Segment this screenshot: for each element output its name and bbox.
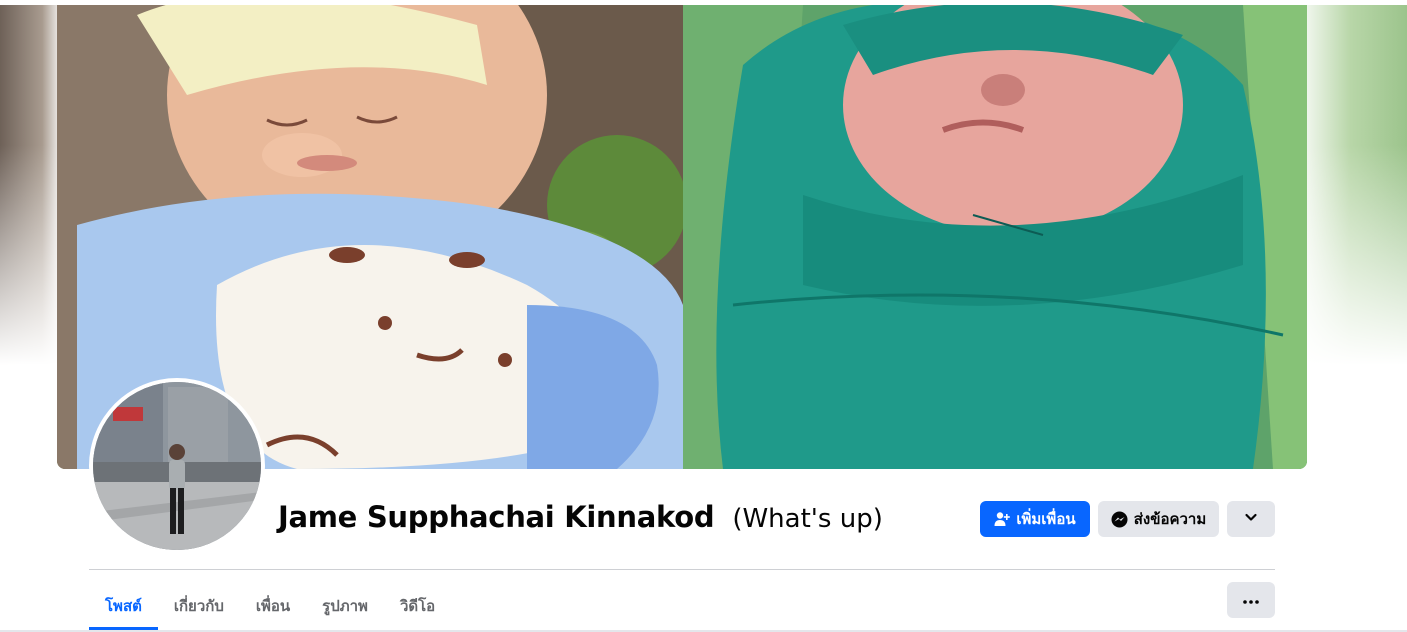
- tab-photos[interactable]: รูปภาพ: [306, 582, 384, 630]
- header-divider: [89, 569, 1275, 570]
- messenger-icon: [1111, 511, 1128, 528]
- cover-photo[interactable]: [57, 5, 1307, 469]
- tab-label: เกี่ยวกับ: [173, 597, 224, 615]
- tab-about[interactable]: เกี่ยวกับ: [158, 582, 240, 630]
- tab-videos[interactable]: วิดีโอ: [384, 582, 451, 630]
- more-options-button[interactable]: [1227, 501, 1275, 537]
- add-friend-button[interactable]: เพิ่มเพื่อน: [980, 501, 1090, 537]
- avatar-photo: [93, 382, 261, 550]
- profile-page: Jame Supphachai Kinnakod (What's up) เพิ…: [0, 0, 1407, 632]
- person-add-icon: [994, 511, 1011, 527]
- message-label: ส่งข้อความ: [1133, 510, 1207, 528]
- tab-menu-button[interactable]: [1227, 582, 1275, 618]
- tab-label: เพื่อน: [255, 597, 291, 615]
- profile-picture[interactable]: [89, 378, 265, 554]
- chevron-down-icon: [1244, 510, 1258, 528]
- more-dots-icon: [1243, 591, 1259, 609]
- avatar: [93, 382, 261, 550]
- add-friend-label: เพิ่มเพื่อน: [1016, 510, 1076, 528]
- cover-photo-right: [683, 5, 1307, 469]
- tab-posts[interactable]: โพสต์: [89, 582, 158, 630]
- profile-name-row: Jame Supphachai Kinnakod (What's up): [278, 500, 883, 534]
- profile-tabs: โพสต์ เกี่ยวกับ เพื่อน รูปภาพ วิดีโอ: [89, 582, 451, 630]
- message-button[interactable]: ส่งข้อความ: [1098, 501, 1219, 537]
- profile-alternate-name: (What's up): [732, 504, 883, 534]
- tab-friends[interactable]: เพื่อน: [240, 582, 306, 630]
- tab-label: วิดีโอ: [399, 597, 436, 615]
- tab-label: โพสต์: [105, 597, 142, 615]
- profile-name: Jame Supphachai Kinnakod: [278, 500, 715, 534]
- baby-photo-right: [683, 5, 1307, 469]
- tab-label: รูปภาพ: [322, 597, 368, 615]
